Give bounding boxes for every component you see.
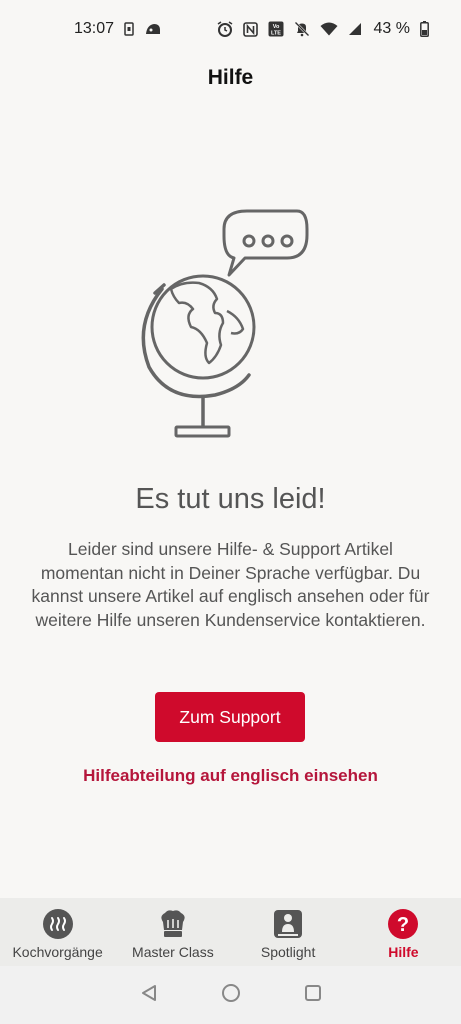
nav-label-master-class: Master Class	[132, 944, 214, 960]
chef-hat-icon	[157, 908, 189, 940]
svg-text:LTE: LTE	[271, 31, 281, 37]
nfc-icon	[242, 21, 258, 37]
battery-level: 43 %	[373, 20, 410, 37]
status-bar: 13:07 Vo LTE 43 %	[0, 0, 461, 58]
steam-pot-icon	[42, 908, 74, 940]
volte-icon: Vo LTE	[268, 21, 284, 37]
wifi-icon	[320, 22, 338, 36]
bottom-nav: Kochvorgänge Master Class Spotlight ? Hi…	[0, 898, 461, 966]
alarm-icon	[217, 21, 233, 37]
page-title: Hilfe	[207, 66, 254, 89]
nav-label-spotlight: Spotlight	[260, 944, 316, 960]
nav-item-kochvorgaenge[interactable]: Kochvorgänge	[0, 898, 115, 966]
mute-icon	[294, 21, 310, 37]
nav-item-spotlight[interactable]: Spotlight	[231, 898, 346, 966]
recents-icon[interactable]	[303, 983, 323, 1008]
support-button[interactable]: Zum Support	[155, 692, 305, 742]
error-message: Leider sind unsere Hilfe- & Support Arti…	[31, 539, 430, 630]
system-nav-bar	[0, 966, 461, 1024]
svg-text:Vo: Vo	[272, 24, 279, 30]
app-notification-icon	[144, 22, 162, 36]
nav-label-kochvorgaenge: Kochvorgänge	[12, 944, 103, 960]
error-title: Es tut uns leid!	[135, 483, 326, 515]
spotlight-icon	[272, 908, 304, 940]
nav-label-hilfe: Hilfe	[388, 944, 419, 960]
battery-icon	[420, 21, 429, 37]
back-icon[interactable]	[139, 983, 159, 1008]
nav-item-master-class[interactable]: Master Class	[115, 898, 230, 966]
sim-icon	[124, 22, 134, 36]
english-help-link[interactable]: Hilfeabteilung auf englisch einsehen	[0, 766, 461, 786]
signal-icon	[348, 22, 362, 36]
svg-text:?: ?	[397, 914, 409, 936]
status-time: 13:07	[74, 20, 115, 37]
help-question-icon: ?	[387, 908, 419, 940]
nav-item-hilfe[interactable]: ? Hilfe	[346, 898, 461, 966]
status-right: Vo LTE 43 %	[217, 20, 429, 38]
globe-speech-bubble-icon	[141, 209, 308, 438]
globe-illustration	[0, 205, 461, 445]
home-icon[interactable]	[221, 983, 241, 1008]
status-left: 13:07	[74, 20, 162, 38]
